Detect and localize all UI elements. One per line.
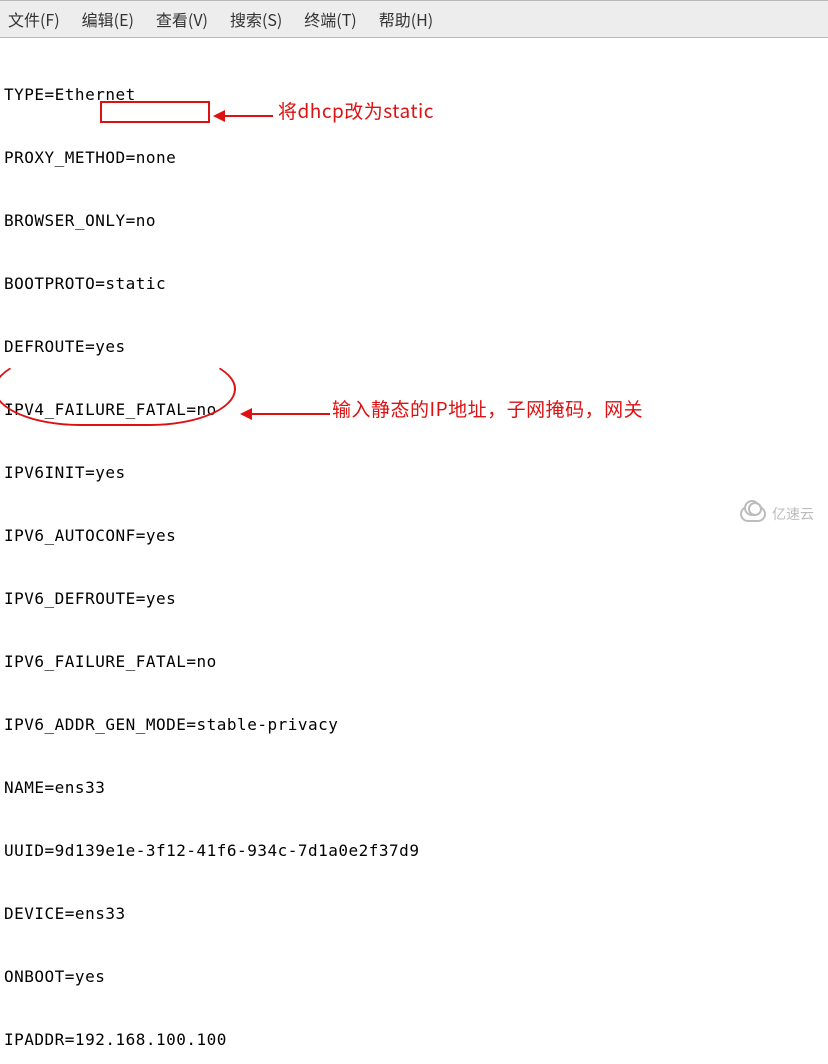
watermark-text: 亿速云 [772, 504, 814, 524]
config-line: IPV6_ADDR_GEN_MODE=stable-privacy [4, 714, 824, 735]
editor-viewport[interactable]: TYPE=Ethernet PROXY_METHOD=none BROWSER_… [0, 38, 828, 1064]
menubar: 文件(F) 编辑(E) 查看(V) 搜索(S) 终端(T) 帮助(H) [0, 0, 828, 38]
watermark: 亿速云 [740, 504, 814, 524]
config-line: BROWSER_ONLY=no [4, 210, 824, 231]
config-line-ipaddr: IPADDR=192.168.100.100 [4, 1029, 824, 1050]
annotation-top: 将dhcp改为static [278, 100, 434, 121]
config-line: IPV6_FAILURE_FATAL=no [4, 651, 824, 672]
arrow-top [213, 110, 273, 122]
menu-search[interactable]: 搜索(S) [230, 7, 282, 31]
config-line: ONBOOT=yes [4, 966, 824, 987]
menu-terminal[interactable]: 终端(T) [304, 7, 356, 31]
cloud-icon [740, 506, 766, 522]
config-line: UUID=9d139e1e-3f12-41f6-934c-7d1a0e2f37d… [4, 840, 824, 861]
config-line: DEVICE=ens33 [4, 903, 824, 924]
config-line: NAME=ens33 [4, 777, 824, 798]
menu-view[interactable]: 查看(V) [156, 7, 208, 31]
annotation-bottom: 输入静态的IP地址，子网掩码，网关 [332, 398, 643, 419]
menu-help[interactable]: 帮助(H) [379, 7, 433, 31]
config-line: IPV6_DEFROUTE=yes [4, 588, 824, 609]
config-line-bootproto: BOOTPROTO=static [4, 273, 824, 294]
menu-file[interactable]: 文件(F) [8, 7, 60, 31]
config-line: PROXY_METHOD=none [4, 147, 824, 168]
config-line: DEFROUTE=yes [4, 336, 824, 357]
config-line: IPV6INIT=yes [4, 462, 824, 483]
menu-edit[interactable]: 编辑(E) [82, 7, 134, 31]
config-line: IPV6_AUTOCONF=yes [4, 525, 824, 546]
